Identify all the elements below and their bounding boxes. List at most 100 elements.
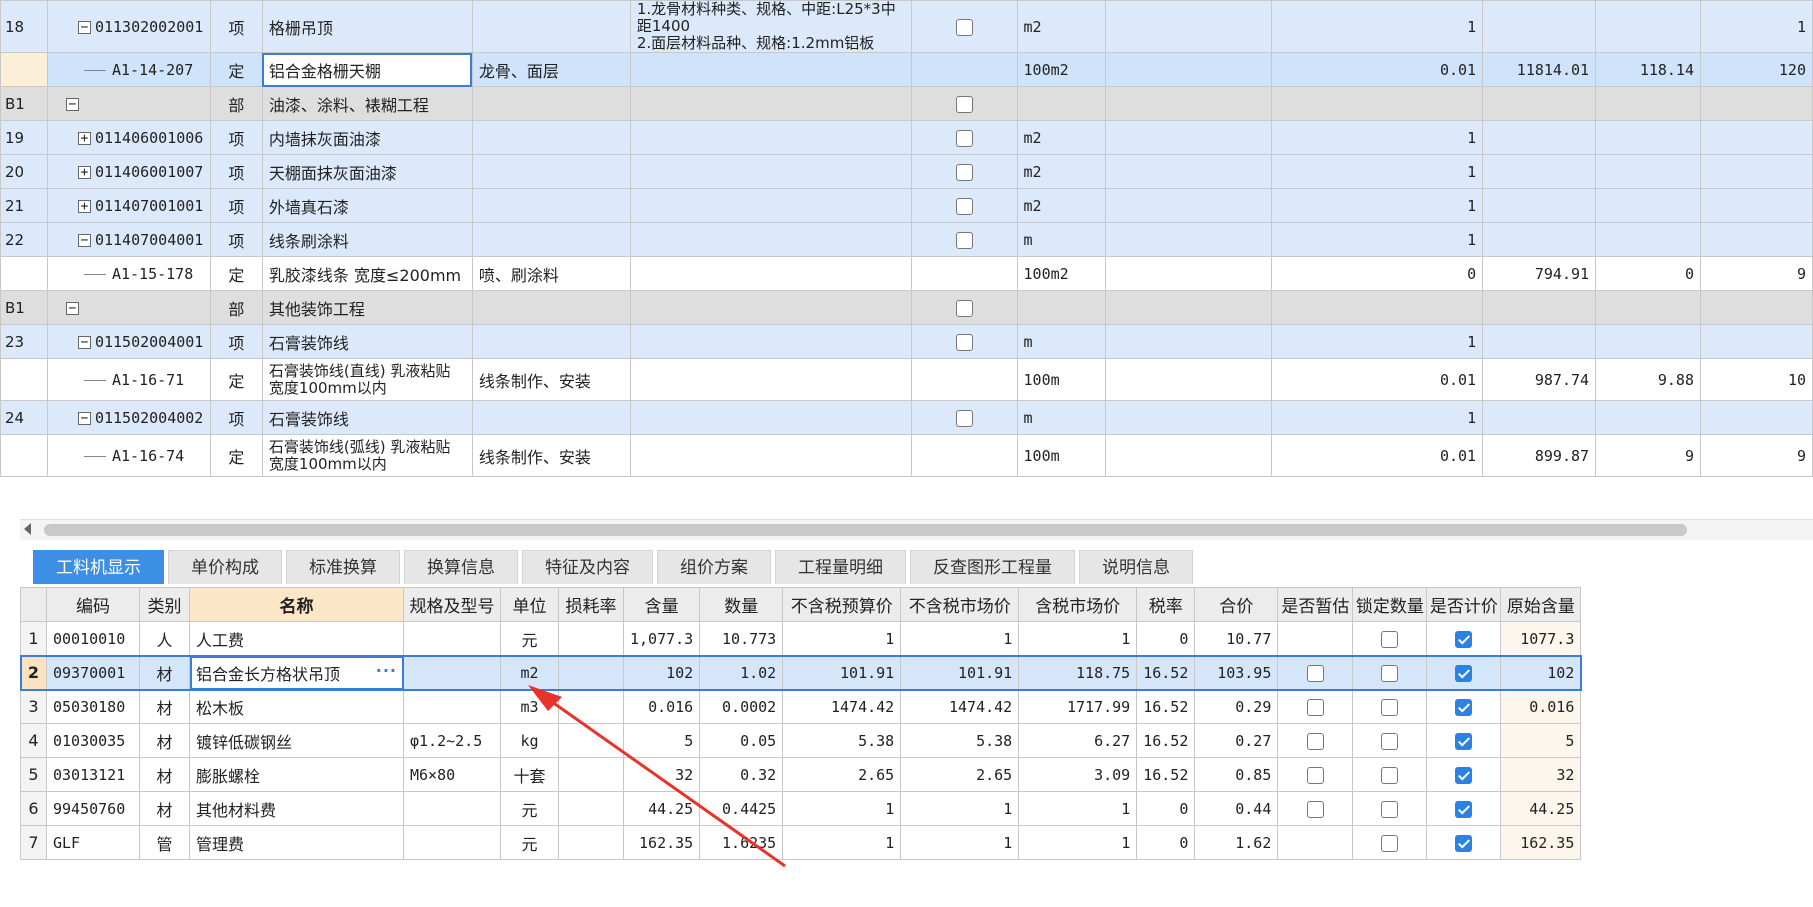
tab-8[interactable]: 反查图形工程量	[910, 550, 1075, 584]
name-cell[interactable]: 外墙真石漆	[261, 188, 473, 223]
include-price-checkbox[interactable]	[1455, 699, 1473, 716]
expression-cell[interactable]	[1105, 256, 1273, 291]
qty-cell[interactable]	[1271, 86, 1484, 121]
include-price-checkbox[interactable]	[1455, 835, 1473, 852]
code-cell[interactable]: −011302002001	[46, 0, 211, 53]
feature-cell[interactable]: 1.龙骨材料种类、规格、中距:L25*3中距1400 2.面层材料品种、规格:1.…	[629, 0, 912, 53]
expression-cell[interactable]	[1105, 52, 1273, 87]
scroll-left-icon[interactable]	[24, 523, 31, 535]
content-cell[interactable]: 162.35	[622, 825, 701, 860]
qty-cell[interactable]: 1	[1271, 154, 1484, 189]
unit-cell[interactable]: 100m	[1016, 358, 1107, 401]
name-cell[interactable]: 石膏装饰线(直线) 乳液粘贴 宽度100mm以内	[261, 358, 473, 401]
unit-cell[interactable]: m2	[1016, 0, 1107, 53]
table-row[interactable]: 24−011502004002 项石膏装饰线 m 1	[0, 400, 1813, 435]
unit-cell[interactable]: 100m2	[1016, 256, 1107, 291]
extra-cell[interactable]	[1700, 120, 1813, 155]
unit-cell[interactable]: m2	[1016, 120, 1107, 155]
table-row[interactable]: A1-16-74 定石膏装饰线(弧线) 乳液粘贴 宽度100mm以内 线条制作、安装 1…	[0, 434, 1813, 477]
unit-cell[interactable]: m2	[1016, 154, 1107, 189]
feature-cell[interactable]	[629, 324, 912, 359]
market-cell[interactable]: 101.91	[900, 655, 1020, 690]
total-cell[interactable]: 0	[1595, 256, 1701, 291]
row-checkbox[interactable]	[955, 130, 973, 147]
code-cell[interactable]: A1-14-207	[46, 52, 211, 87]
loss-cell[interactable]	[558, 757, 624, 792]
work-content-cell[interactable]	[471, 188, 631, 223]
code-cell[interactable]: GLF	[46, 825, 140, 860]
row-checkbox[interactable]	[955, 410, 973, 427]
tax-cell[interactable]: 16.52	[1136, 757, 1196, 792]
extra-cell[interactable]: 120	[1700, 52, 1813, 87]
scrollbar-thumb[interactable]	[44, 524, 1687, 536]
price-cell[interactable]	[1482, 290, 1597, 325]
tab-4[interactable]: 换算信息	[404, 550, 518, 584]
qty-cell[interactable]: 1	[1271, 0, 1484, 53]
column-header[interactable]: 是否计价	[1426, 587, 1502, 622]
price-cell[interactable]	[1482, 324, 1597, 359]
work-content-cell[interactable]: 线条制作、安装	[471, 358, 631, 401]
code-cell[interactable]: 99450760	[46, 791, 140, 826]
feature-cell[interactable]	[629, 434, 912, 477]
estimate-checkbox[interactable]	[1306, 801, 1324, 818]
code-cell[interactable]: A1-15-178	[46, 256, 211, 291]
expression-cell[interactable]	[1105, 222, 1273, 257]
qty-cell[interactable]: 1	[1271, 120, 1484, 155]
feature-cell[interactable]	[629, 86, 912, 121]
total-cell[interactable]: 9	[1595, 434, 1701, 477]
collapse-icon[interactable]: −	[65, 301, 79, 315]
total-cell[interactable]: 0.29	[1194, 689, 1279, 724]
table-row[interactable]: 23−011502004001 项石膏装饰线 m 1	[0, 324, 1813, 359]
original-content-cell[interactable]: 102	[1500, 655, 1582, 690]
price-cell[interactable]	[1482, 0, 1597, 53]
expression-cell[interactable]	[1105, 358, 1273, 401]
column-header[interactable]: 含税市场价	[1018, 587, 1138, 622]
total-cell[interactable]	[1595, 222, 1701, 257]
collapse-icon[interactable]: −	[77, 411, 91, 425]
feature-cell[interactable]	[629, 222, 912, 257]
price-cell[interactable]: 11814.01	[1482, 52, 1597, 87]
table-row[interactable]: 7 GLF 管 管理费 元 162.35 1.6235 1 1 1 0 1.62 162.35	[20, 825, 1582, 860]
tab-9[interactable]: 说明信息	[1079, 550, 1193, 584]
budget-cell[interactable]: 101.91	[782, 655, 902, 690]
taxmarket-cell[interactable]: 1	[1018, 621, 1138, 656]
total-cell[interactable]	[1595, 120, 1701, 155]
table-row[interactable]: 5 03013121 材 膨胀螺栓 M6×80 十套 32 0.32 2.65 2.65 3.09 1…	[20, 757, 1582, 792]
market-cell[interactable]: 2.65	[900, 757, 1020, 792]
cat-cell[interactable]: 材	[139, 723, 190, 758]
price-cell[interactable]: 987.74	[1482, 358, 1597, 401]
feature-cell[interactable]	[629, 154, 912, 189]
column-header[interactable]: 是否暂估	[1277, 587, 1354, 622]
price-cell[interactable]	[1482, 222, 1597, 257]
horizontal-scrollbar[interactable]	[20, 519, 1813, 540]
qty-cell[interactable]: 0.0002	[699, 689, 784, 724]
column-header[interactable]: 不含税市场价	[900, 587, 1020, 622]
price-cell[interactable]	[1482, 400, 1597, 435]
cat-cell[interactable]: 材	[139, 791, 190, 826]
taxmarket-cell[interactable]: 1717.99	[1018, 689, 1138, 724]
collapse-icon[interactable]: −	[77, 20, 91, 34]
feature-cell[interactable]	[629, 188, 912, 223]
unit-cell[interactable]: 元	[500, 791, 559, 826]
market-cell[interactable]: 1	[900, 621, 1020, 656]
original-content-cell[interactable]: 0.016	[1500, 689, 1582, 724]
qty-cell[interactable]: 1	[1271, 188, 1484, 223]
code-cell[interactable]: +011406001006	[46, 120, 211, 155]
estimate-checkbox[interactable]	[1306, 767, 1324, 784]
code-cell[interactable]: A1-16-74	[46, 434, 211, 477]
spec-cell[interactable]	[403, 621, 501, 656]
tax-cell[interactable]: 16.52	[1136, 689, 1196, 724]
lock-quantity-checkbox[interactable]	[1381, 733, 1399, 750]
qty-cell[interactable]: 0.05	[699, 723, 784, 758]
table-row[interactable]: 2 09370001 材 铝合金长方格状吊顶 ··· m2 102 1.02 101.91 101…	[19, 654, 1582, 691]
unit-cell[interactable]: 元	[500, 621, 559, 656]
work-content-cell[interactable]	[471, 290, 631, 325]
price-cell[interactable]	[1482, 154, 1597, 189]
code-cell[interactable]: −	[46, 86, 211, 121]
work-content-cell[interactable]	[471, 154, 631, 189]
name-cell[interactable]: 镀锌低碳钢丝	[189, 723, 404, 758]
price-cell[interactable]	[1482, 120, 1597, 155]
content-cell[interactable]: 32	[622, 757, 701, 792]
column-header[interactable]: 锁定数量	[1352, 587, 1428, 622]
column-header[interactable]: 类别	[139, 587, 190, 622]
